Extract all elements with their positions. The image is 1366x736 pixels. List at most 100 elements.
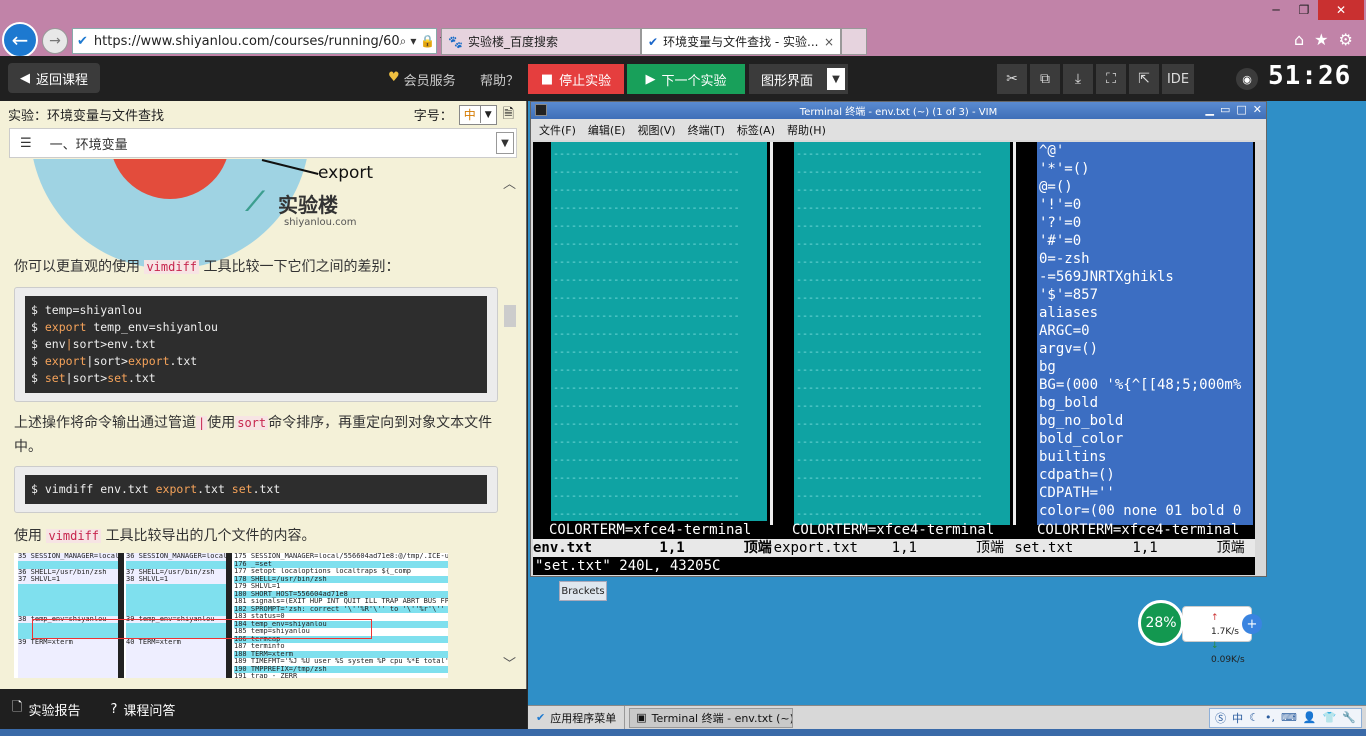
status-file-pos: env.txt 1,1 xyxy=(533,540,744,556)
course-qa-button[interactable]: ? 课程问答 xyxy=(110,700,175,719)
back-arrow-icon[interactable]: ← xyxy=(2,22,38,58)
code-text: $ temp=shiyanlou xyxy=(31,303,142,317)
scroll-up-icon[interactable]: ︿ xyxy=(503,173,516,192)
font-size-value: 中 xyxy=(460,106,481,123)
scroll-thumb[interactable] xyxy=(504,305,516,327)
window-maximize-button[interactable]: ❐ xyxy=(1290,0,1318,20)
screenshot-line xyxy=(126,583,226,592)
screenshot-line: 176 _=set xyxy=(234,560,448,568)
lab-tools: ✂ ⧉ ⤓ ⛶ ⇱ IDE xyxy=(997,64,1194,94)
input-method-tray[interactable]: Ⓢ 中 ☾ •, ⌨ 👤 👕 🔧 xyxy=(1209,707,1362,728)
terminal-icon: ▣ xyxy=(636,711,647,724)
settings-gear-icon[interactable]: ⚙ xyxy=(1339,30,1353,49)
plus-icon[interactable]: + xyxy=(1242,614,1262,634)
window-minimize-button[interactable]: ─ xyxy=(1262,0,1290,20)
code-text: |sort> xyxy=(86,354,128,368)
terminal-scrollbar[interactable] xyxy=(1255,142,1265,575)
screenshot-line: 178 SHELL=/usr/bin/zsh xyxy=(234,575,448,583)
vim-line: '#'=0 xyxy=(1039,233,1082,249)
open-external-icon[interactable]: ⇱ xyxy=(1129,64,1159,94)
hero-export-label: export xyxy=(318,163,374,183)
gui-mode-select[interactable]: 图形界面 ▼ xyxy=(749,64,848,94)
taskbar-terminal-label: Terminal 终端 - env.txt (~) (… xyxy=(651,711,794,725)
tab-label: 环境变量与文件查找 - 实验... xyxy=(663,35,819,49)
screen-share-icon[interactable]: ⧉ xyxy=(1030,64,1060,94)
maximize-icon[interactable]: □ xyxy=(1236,103,1246,116)
colorterm-line-1: COLORTERM=xfce4-terminal xyxy=(549,521,767,539)
terminal-menu-item[interactable]: 视图(V) xyxy=(637,122,675,138)
brackets-desktop-icon[interactable]: Brackets xyxy=(559,581,607,601)
terminal-titlebar[interactable]: Terminal 终端 - env.txt (~) (1 of 3) - VIM… xyxy=(531,102,1266,119)
close-icon[interactable]: ✕ xyxy=(1253,103,1262,116)
set-file-lines: ^@' '*'=() @=() '!'=0 '?'=0 '#'=0 0=-zsh -=569J… xyxy=(1037,142,1255,520)
browser-chrome: ─ ❐ ✕ ← → ✔ https://www.shiyanlou.com/co… xyxy=(0,0,1366,58)
scissors-icon[interactable]: ✂ xyxy=(997,64,1027,94)
terminal-menu-item[interactable]: 编辑(E) xyxy=(588,122,626,138)
tab-baidu[interactable]: 🐾 实验楼_百度搜索 xyxy=(441,28,641,55)
ime-lang: 中 xyxy=(1232,711,1244,725)
new-tab-button[interactable] xyxy=(841,28,867,55)
font-size-select[interactable]: 中 ▼ xyxy=(458,104,497,125)
code-text: temp_env=shiyanlou xyxy=(86,320,218,334)
screenshot-line: 175 SESSION_MANAGER=local/556604ad71e8:@… xyxy=(234,553,448,560)
ide-button[interactable]: IDE xyxy=(1162,64,1194,94)
restore-icon[interactable]: ▭ xyxy=(1220,103,1230,116)
vimdiff-screenshot: 35 SESSION_MANAGER=local 36 SHELL=/usr/bi… xyxy=(14,553,448,678)
font-size-label: 字号： xyxy=(413,109,453,124)
help-link[interactable]: 帮助？ xyxy=(480,70,519,89)
shiyanlou-icon: ✔ xyxy=(648,34,659,49)
search-icon[interactable]: ⌕ xyxy=(400,34,407,49)
lab-instructions-panel: 实验：环境变量与文件查找 字号： 中 ▼ 🗎 ☰ 一、环境变量 ▼ export… xyxy=(0,101,527,689)
terminal-menu-item[interactable]: 终端(T) xyxy=(688,122,725,138)
forward-arrow-icon[interactable]: → xyxy=(42,28,68,54)
terminal-menu-item[interactable]: 文件(F) xyxy=(539,122,576,138)
stop-lab-button[interactable]: ■ 停止实验 xyxy=(528,64,624,94)
member-service-link[interactable]: ♥ 会员服务 xyxy=(388,70,456,89)
app-menu-button[interactable]: ✔ 应用程序菜单 xyxy=(528,706,626,729)
home-icon[interactable]: ⌂ xyxy=(1294,30,1304,49)
minimize-icon[interactable]: ▁ xyxy=(1206,103,1214,116)
network-widget: ↑ 1.7K/s ↓ 0.09K/s 28% + xyxy=(1138,600,1266,665)
terminal-menu-item[interactable]: 标签(A) xyxy=(737,122,775,138)
window-close-button[interactable]: ✕ xyxy=(1318,0,1364,20)
code-keyword: export xyxy=(44,354,87,368)
download-icon[interactable]: ⤓ xyxy=(1063,64,1093,94)
next-icon: ▶ xyxy=(645,71,656,87)
code-content: $ vimdiff env.txt export.txt set.txt xyxy=(25,475,487,504)
eye-icon[interactable]: ◉ xyxy=(1236,68,1258,90)
vim-line: '!'=0 xyxy=(1039,197,1082,213)
scroll-down-icon[interactable]: ﹀ xyxy=(503,653,516,672)
toc-select[interactable]: ☰ 一、环境变量 ▼ xyxy=(9,128,517,158)
app-menu-icon: ✔ xyxy=(536,711,546,724)
vim-pane-export[interactable]: ------------------------------- --------… xyxy=(794,142,1010,525)
vim-line: '?'=0 xyxy=(1039,215,1082,231)
chevron-down-icon[interactable]: ▼ xyxy=(496,132,514,154)
content-scrollbar[interactable]: ︿ ﹀ xyxy=(503,173,517,683)
url-text: https://www.shiyanlou.com/courses/runnin… xyxy=(93,33,400,49)
dropdown-icon[interactable]: ▾ xyxy=(410,34,416,49)
terminal-window[interactable]: Terminal 终端 - env.txt (~) (1 of 3) - VIM… xyxy=(530,101,1267,577)
fullscreen-icon[interactable]: ⛶ xyxy=(1096,64,1126,94)
moon-icon: ☾ xyxy=(1249,711,1259,724)
vim-pane-env[interactable]: ------------------------------- --------… xyxy=(551,142,767,525)
fold-lines: ------------------------------- --------… xyxy=(796,149,983,520)
url-bar[interactable]: ✔ https://www.shiyanlou.com/courses/runn… xyxy=(72,28,449,54)
back-to-course-button[interactable]: ◀ 返回课程 xyxy=(8,63,101,93)
lock-icon: 🔒 xyxy=(420,33,436,48)
tab-shiyanlou[interactable]: ✔ 环境变量与文件查找 - 实验... × xyxy=(641,28,841,55)
terminal-menu-item[interactable]: 帮助(H) xyxy=(787,122,826,138)
favorites-star-icon[interactable]: ★ xyxy=(1314,30,1328,49)
screenshot-line: 37 SHELL=/usr/bin/zsh xyxy=(126,568,215,576)
taskbar-terminal-item[interactable]: ▣ Terminal 终端 - env.txt (~) (… xyxy=(629,707,794,728)
user-icon: 👤 xyxy=(1302,711,1317,724)
vim-line: '$'=857 xyxy=(1039,287,1099,303)
next-lab-button[interactable]: ▶ 下一个实验 xyxy=(627,64,745,94)
chevron-down-icon[interactable]: ▼ xyxy=(827,68,845,90)
lab-report-button[interactable]: 🗋 实验报告 xyxy=(12,698,80,720)
document-icon[interactable]: 🗎 xyxy=(503,103,514,127)
status-top: 顶端 xyxy=(1216,540,1245,556)
download-arrow-icon: ↓ xyxy=(1211,641,1219,651)
vim-editor[interactable]: ------------------------------- --------… xyxy=(533,142,1255,575)
tab-close-icon[interactable]: × xyxy=(824,35,834,49)
vim-line: bg xyxy=(1039,359,1056,375)
